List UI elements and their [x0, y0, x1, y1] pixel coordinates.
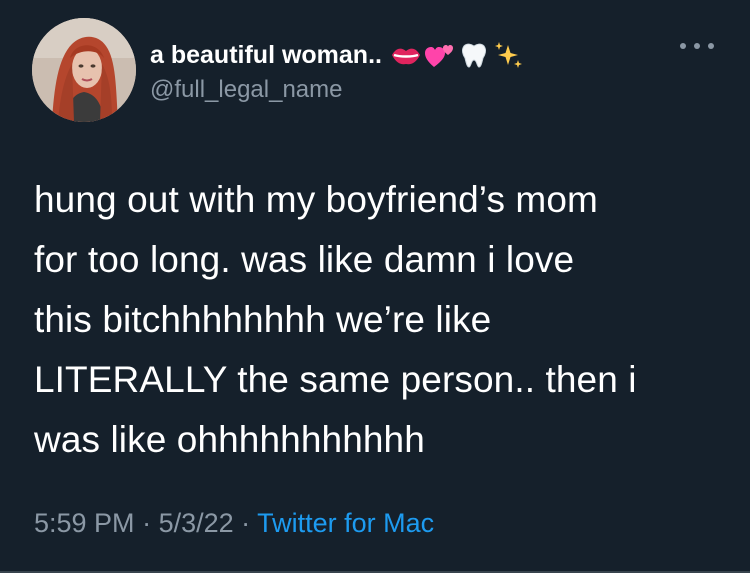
more-dot	[694, 43, 700, 49]
tweet-text: hung out with my boyfriend’s mom for too…	[34, 179, 637, 460]
more-dot	[708, 43, 714, 49]
meta-separator: ·	[233, 508, 258, 538]
avatar-image	[32, 18, 136, 122]
username-handle[interactable]: @full_legal_name	[150, 76, 342, 104]
more-dot	[680, 43, 686, 49]
two-hearts-icon	[424, 40, 456, 70]
tweet-source-link[interactable]: Twitter for Mac	[257, 508, 434, 538]
display-name-text: a beautiful woman..	[150, 40, 382, 69]
tweet: a beautiful woman.. @full_legal_name hun…	[0, 0, 750, 573]
tweet-date[interactable]: 5/3/22	[159, 508, 234, 538]
tweet-time[interactable]: 5:59 PM	[34, 508, 135, 538]
name-emojis	[390, 40, 524, 70]
more-options-icon[interactable]	[680, 36, 714, 56]
display-name[interactable]: a beautiful woman..	[150, 40, 524, 70]
avatar[interactable]	[32, 18, 136, 122]
lips-icon	[390, 40, 422, 70]
tweet-metadata: 5:59 PM · 5/3/22 · Twitter for Mac	[34, 508, 434, 539]
meta-separator: ·	[134, 508, 159, 538]
sparkles-icon	[492, 40, 524, 70]
tooth-icon	[458, 40, 490, 70]
